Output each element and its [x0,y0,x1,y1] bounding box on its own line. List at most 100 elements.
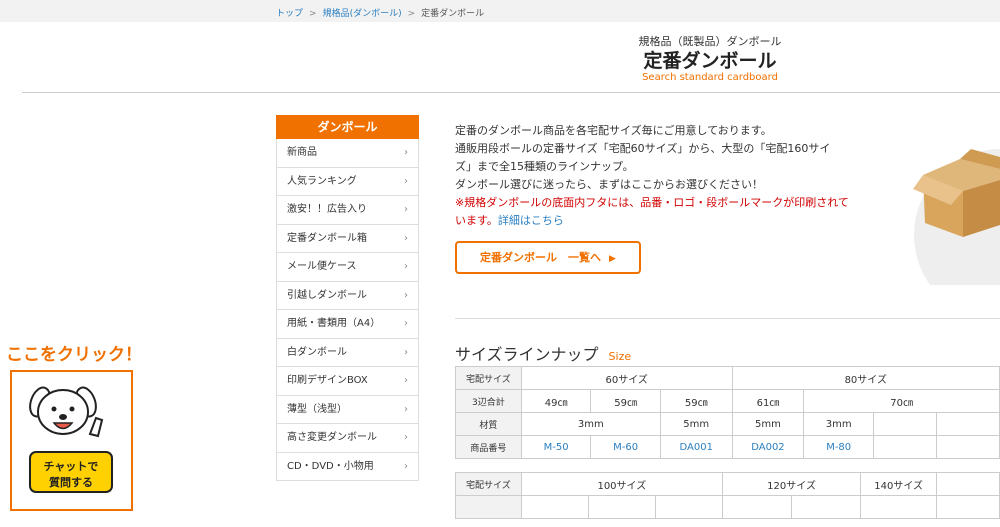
sidebar-item-a4[interactable]: 用紙・書類用（A4） › [276,310,419,339]
chat-button[interactable]: チャットで 質問する [10,370,133,511]
sidebar-item-mail[interactable]: メール便ケース › [276,253,419,282]
product-code-link[interactable]: DA002 [731,435,805,459]
row-label: 宅配サイズ [455,472,522,496]
product-code-link[interactable]: M-50 [520,435,592,459]
row-label: 3辺合計 [455,389,522,413]
table-cell [873,435,937,459]
size-lineup-table-2: 宅配サイズ 100サイズ 120サイズ 140サイズ [455,472,1000,519]
table-cell [936,495,1000,519]
intro-line: 定番のダンボール商品を各宅配サイズ毎にご用意しております。 [455,124,772,137]
chat-bubble-line2: 質問する [49,476,93,489]
product-code-link[interactable]: DA001 [659,435,733,459]
intro-text: 定番のダンボール商品を各宅配サイズ毎にご用意しております。 通販用段ボールの定番… [455,122,855,230]
table-cell [860,495,938,519]
table-row: 3辺合計 49㎝ 59㎝ 59㎝ 61㎝ 70㎝ [455,389,1000,413]
chevron-right-icon: › [404,432,408,443]
play-arrow-icon: ▶ [609,254,616,264]
sidebar-item-white[interactable]: 白ダンボール › [276,338,419,367]
sidebar-item-height[interactable]: 高さ変更ダンボール › [276,424,419,453]
table-row: 材質 3mm 5mm 5mm 3mm [455,412,1000,436]
chevron-right-icon: › [404,261,408,272]
sidebar-item-label: 新商品 [287,147,317,158]
sidebar-item-label: 白ダンボール [287,346,347,358]
sidebar-item-thin[interactable]: 薄型（浅型） › [276,395,419,424]
sidebar-item-label: 薄型（浅型） [287,403,347,415]
table-cell [936,472,1000,496]
row-label [455,495,522,519]
sidebar-item-print[interactable]: 印刷デザインBOX › [276,367,419,396]
table-cell [791,495,862,519]
sidebar-item-new[interactable]: 新商品 › [276,139,419,168]
table-cell: 61㎝ [731,389,805,413]
chevron-right-icon: › [404,289,408,301]
table-cell: 3mm [803,412,875,436]
table-cell: 120サイズ [721,472,862,496]
intro-line: ズ」まで全15種類のラインナップ。 [455,160,634,173]
table-cell [936,412,1000,436]
table-cell: 80サイズ [731,366,1000,390]
table-cell [936,435,1000,459]
detail-link[interactable]: 詳細はこちら [498,214,564,227]
table-row [455,495,1000,519]
intro-line: ダンボール選びに迷ったら、まずはここからお選びください！ [455,178,763,191]
breadcrumb-separator: > [309,9,317,19]
breadcrumb-home-link[interactable]: トップ [276,9,303,19]
sidebar-item-label: CD・DVD・小物用 [287,460,374,472]
sidebar-item-cd[interactable]: CD・DVD・小物用 › [276,452,419,481]
breadcrumb-current: 定番ダンボール [421,9,485,19]
table-cell [873,412,937,436]
table-cell: 5mm [731,412,805,436]
cardboard-box-image [913,149,1000,285]
table-cell: 59㎝ [590,389,661,413]
breadcrumb-category-link[interactable]: 規格品(ダンボール) [323,9,402,19]
table-cell: 60サイズ [520,366,733,390]
table-cell: 49㎝ [520,389,592,413]
sidebar-item-label: 用紙・書類用（A4） [287,318,381,329]
chevron-right-icon: › [404,232,408,244]
row-label: 材質 [455,412,522,436]
lineup-heading: サイズラインナップ Size [455,341,631,365]
chevron-right-icon: › [404,346,408,358]
page-title: 定番ダンボール [643,50,777,72]
sidebar-item-ad[interactable]: 激安！！広告入り › [276,196,419,225]
chat-callout: ここをクリック！ [6,345,142,365]
sidebar-item-standard[interactable]: 定番ダンボール箱 › [276,224,419,253]
table-cell [654,495,723,519]
intro-warning: ※規格ダンボールの底面内フタには、品番・ロゴ・段ボールマークが印刷されて [455,196,849,209]
chevron-right-icon: › [404,375,408,386]
table-cell: 140サイズ [860,472,938,496]
breadcrumb-bar [0,0,1000,22]
table-row: 宅配サイズ 100サイズ 120サイズ 140サイズ [455,472,1000,496]
table-cell: 100サイズ [520,472,723,496]
lineup-title: サイズラインナップ [455,345,599,364]
table-row: 宅配サイズ 60サイズ 80サイズ [455,366,1000,390]
table-cell [721,495,793,519]
product-code-link[interactable]: M-80 [803,435,875,459]
header-divider [22,92,1000,93]
sidebar-item-label: 印刷デザインBOX [287,375,368,386]
table-cell: 3mm [520,412,661,436]
sidebar-item-label: メール便ケース [287,261,357,272]
breadcrumb: トップ > 規格品(ダンボール) > 定番ダンボール [276,6,484,19]
sidebar-item-label: 定番ダンボール箱 [287,232,367,244]
sidebar-title: ダンボール [276,115,419,139]
table-cell: 59㎝ [659,389,733,413]
chevron-right-icon: › [404,204,408,215]
chevron-right-icon: › [404,175,408,187]
sidebar-item-moving[interactable]: 引越しダンボール › [276,281,419,310]
row-label: 商品番号 [455,435,522,459]
chevron-right-icon: › [404,460,408,472]
table-cell: 70㎝ [803,389,1000,413]
table-row: 商品番号 M-50 M-60 DA001 DA002 M-80 [455,435,1000,459]
sidebar-item-ranking[interactable]: 人気ランキング › [276,167,419,196]
standard-list-button[interactable]: 定番ダンボール 一覧へ ▶ [455,241,641,274]
sidebar-item-label: 高さ変更ダンボール [287,432,377,443]
sidebar-item-label: 引越しダンボール [287,289,367,301]
chevron-right-icon: › [404,403,408,415]
chat-bubble-line1: チャットで [43,460,99,473]
product-code-link[interactable]: M-60 [590,435,661,459]
lineup-title-english: Size [608,350,632,363]
table-cell [520,495,589,519]
section-divider [455,318,1000,319]
size-lineup-table: 宅配サイズ 60サイズ 80サイズ 3辺合計 49㎝ 59㎝ 59㎝ 61㎝ 7… [455,366,1000,459]
